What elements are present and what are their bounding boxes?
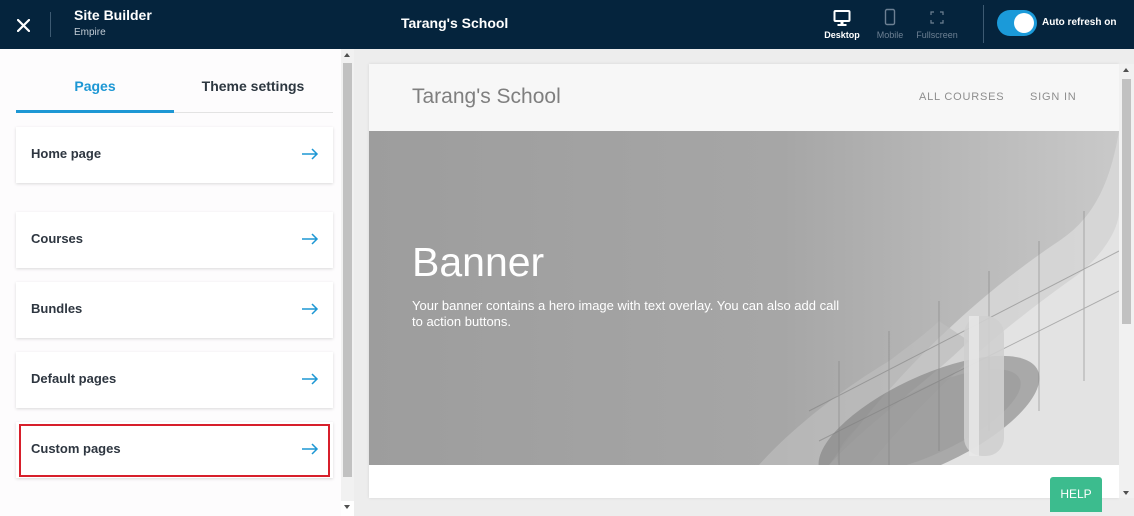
scroll-up-icon[interactable] [1123, 68, 1129, 72]
desktop-view-label: Desktop [824, 30, 860, 40]
divider [983, 5, 984, 43]
left-panel-scrollbar[interactable] [341, 49, 354, 509]
scrollbar-thumb[interactable] [343, 63, 352, 477]
toggle-knob [1014, 13, 1034, 33]
arrow-right-icon [302, 303, 319, 315]
app-subtitle: Empire [74, 27, 106, 38]
page-item-default-pages[interactable]: Default pages [16, 352, 333, 408]
page-item-courses[interactable]: Courses [16, 212, 333, 268]
page-item-label: Home page [31, 146, 102, 161]
preview-scrollbar[interactable] [1119, 64, 1134, 498]
scroll-down-icon[interactable] [1123, 491, 1129, 495]
fullscreen-view-button[interactable]: Fullscreen [915, 8, 959, 44]
page-item-home[interactable]: Home page [16, 127, 333, 183]
top-bar: Site Builder Empire Tarang's School Desk… [0, 0, 1134, 49]
tab-pages[interactable]: Pages [16, 64, 174, 112]
highlight-annotation [19, 424, 330, 477]
site-title: Tarang's School [401, 15, 509, 31]
page-item-label: Courses [31, 231, 84, 246]
close-button[interactable] [8, 10, 38, 40]
page-item-label: Default pages [31, 371, 117, 386]
banner-title: Banner [412, 239, 545, 285]
active-tab-indicator [16, 110, 174, 113]
scrollbar-thumb[interactable] [1122, 79, 1131, 324]
help-button[interactable]: HELP [1050, 477, 1102, 512]
arrow-right-icon [302, 233, 319, 245]
nav-sign-in[interactable]: SIGN IN [1030, 91, 1077, 103]
app-title: Site Builder [74, 7, 152, 23]
auto-refresh-label: Auto refresh on [1042, 17, 1117, 28]
scroll-down-icon[interactable] [344, 505, 350, 509]
scroll-up-icon[interactable] [344, 53, 350, 57]
fullscreen-icon [930, 11, 944, 24]
panel-tabs: Pages Theme settings [16, 64, 333, 113]
arrow-right-icon [302, 373, 319, 385]
page-item-label: Bundles [31, 301, 83, 316]
app-brand: Site Builder Empire [74, 7, 152, 39]
preview-school-name[interactable]: Tarang's School [412, 85, 561, 109]
arrow-right-icon [302, 148, 319, 160]
page-item-bundles[interactable]: Bundles [16, 282, 333, 338]
divider [50, 12, 51, 37]
banner-description: Your banner contains a hero image with t… [412, 298, 840, 329]
site-preview: Tarang's School ALL COURSES SIGN IN Bann… [369, 64, 1119, 498]
auto-refresh-toggle[interactable] [997, 10, 1037, 36]
mobile-view-label: Mobile [876, 30, 904, 40]
mobile-view-button[interactable]: Mobile [868, 8, 912, 44]
monitor-icon [833, 10, 851, 26]
nav-all-courses[interactable]: ALL COURSES [919, 91, 1004, 103]
phone-icon [884, 8, 896, 26]
banner-section: Banner Your banner contains a hero image… [369, 131, 1119, 465]
desktop-view-button[interactable]: Desktop [820, 8, 864, 44]
fullscreen-view-label: Fullscreen [916, 30, 958, 40]
preview-header: Tarang's School ALL COURSES SIGN IN [369, 64, 1119, 131]
tab-theme-settings[interactable]: Theme settings [174, 64, 332, 112]
close-icon [16, 18, 30, 32]
